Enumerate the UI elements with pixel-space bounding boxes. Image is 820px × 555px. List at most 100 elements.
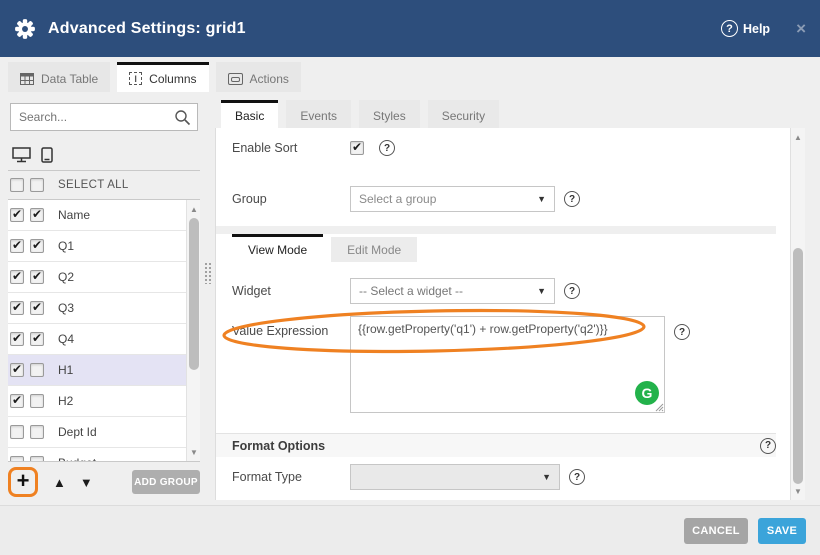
move-down-button[interactable]: ▼ (80, 475, 93, 490)
column-row[interactable]: Name (8, 200, 186, 231)
column-list-wrap: Name Q1 Q2 Q3 Q4 H1 H2 Dept Id Budget ▲ (8, 200, 200, 462)
tab-basic[interactable]: Basic (221, 100, 278, 128)
panel-scrollbar[interactable]: ▲ ▼ (790, 128, 805, 500)
device-toggle-row (8, 139, 200, 171)
close-icon[interactable]: × (796, 20, 806, 37)
tab-edit-mode[interactable]: Edit Mode (331, 237, 417, 262)
mobile-checkbox[interactable] (30, 456, 44, 462)
tab-styles[interactable]: Styles (359, 100, 420, 128)
cancel-button[interactable]: CANCEL (684, 518, 748, 544)
format-options-header: Format Options ? (216, 433, 776, 457)
help-button[interactable]: ? Help (721, 20, 770, 37)
desktop-checkbox[interactable] (10, 456, 24, 462)
enable-sort-help-icon[interactable]: ? (379, 140, 395, 156)
scroll-down-icon[interactable]: ▼ (187, 445, 200, 459)
detail-tab-bar: Basic Events Styles Security (221, 100, 499, 128)
format-type-row: Format Type ▼ ? (216, 464, 776, 490)
actions-icon (228, 73, 243, 85)
column-list: Name Q1 Q2 Q3 Q4 H1 H2 Dept Id Budget (8, 200, 186, 462)
desktop-checkbox[interactable] (10, 332, 24, 346)
select-all-desktop-checkbox[interactable] (10, 178, 24, 192)
panel-resize-handle[interactable] (204, 262, 212, 284)
column-row[interactable]: H1 (8, 355, 186, 386)
desktop-checkbox[interactable] (10, 239, 24, 253)
tab-label: Events (300, 109, 337, 123)
column-row[interactable]: Q1 (8, 231, 186, 262)
desktop-checkbox[interactable] (10, 270, 24, 284)
mobile-checkbox[interactable] (30, 208, 44, 222)
grammarly-icon[interactable]: G (635, 381, 659, 405)
move-up-button[interactable]: ▲ (53, 475, 66, 490)
data-table-icon (20, 73, 34, 85)
format-options-help-icon[interactable]: ? (760, 438, 776, 454)
column-detail-panel: Basic Events Styles Security Enable Sort… (215, 100, 805, 500)
widget-select[interactable]: -- Select a widget -- ▼ (350, 278, 555, 304)
mobile-checkbox[interactable] (30, 332, 44, 346)
column-row[interactable]: Q2 (8, 262, 186, 293)
mode-tab-bar: View Mode Edit Mode (232, 234, 417, 262)
desktop-checkbox[interactable] (10, 301, 24, 315)
enable-sort-checkbox[interactable] (350, 141, 364, 155)
tab-columns[interactable]: I Columns (117, 62, 208, 92)
enable-sort-label: Enable Sort (216, 141, 350, 155)
widget-help-icon[interactable]: ? (564, 283, 580, 299)
column-name: Q4 (58, 332, 74, 346)
list-scroll-thumb[interactable] (189, 218, 199, 370)
column-name: Q2 (58, 270, 74, 284)
format-type-select[interactable]: ▼ (350, 464, 560, 490)
dialog-header: Advanced Settings: grid1 ? Help × (0, 0, 820, 57)
advanced-settings-dialog: Advanced Settings: grid1 ? Help × Data T… (0, 0, 820, 555)
list-scrollbar[interactable]: ▲ ▼ (186, 200, 200, 461)
select-all-row[interactable]: SELECT ALL (8, 171, 200, 200)
mobile-icon[interactable] (41, 147, 53, 163)
tab-data-table[interactable]: Data Table (8, 62, 110, 92)
columns-toolbar: + ▲ ▼ ADD GROUP (8, 464, 200, 500)
tab-events[interactable]: Events (286, 100, 351, 128)
column-name: Q1 (58, 239, 74, 253)
tab-actions[interactable]: Actions (216, 62, 301, 92)
widget-row: Widget -- Select a widget -- ▼ ? (216, 278, 776, 304)
help-icon: ? (721, 20, 738, 37)
select-all-mobile-checkbox[interactable] (30, 178, 44, 192)
mobile-checkbox[interactable] (30, 363, 44, 377)
column-name: Dept Id (58, 425, 97, 439)
column-row[interactable]: Budget (8, 448, 186, 462)
mobile-checkbox[interactable] (30, 301, 44, 315)
save-button[interactable]: SAVE (758, 518, 806, 544)
add-group-button[interactable]: ADD GROUP (132, 470, 200, 494)
column-row[interactable]: Q4 (8, 324, 186, 355)
panel-scroll-thumb[interactable] (793, 248, 803, 484)
desktop-checkbox[interactable] (10, 394, 24, 408)
value-expression-wrap: {{row.getProperty('q1') + row.getPropert… (350, 316, 665, 413)
column-name: Name (58, 208, 90, 222)
group-help-icon[interactable]: ? (564, 191, 580, 207)
desktop-checkbox[interactable] (10, 208, 24, 222)
scroll-down-icon[interactable]: ▼ (791, 484, 805, 498)
search-input[interactable] (11, 104, 197, 130)
value-expression-label: Value Expression (216, 324, 350, 338)
value-expression-textarea[interactable]: {{row.getProperty('q1') + row.getPropert… (350, 316, 665, 413)
desktop-icon[interactable] (12, 147, 31, 163)
group-select[interactable]: Select a group ▼ (350, 186, 555, 212)
tab-view-mode[interactable]: View Mode (232, 234, 323, 262)
column-row[interactable]: Dept Id (8, 417, 186, 448)
main-tab-bar: Data Table I Columns Actions (8, 62, 301, 92)
enable-sort-row: Enable Sort ? (216, 140, 776, 156)
column-row[interactable]: H2 (8, 386, 186, 417)
mobile-checkbox[interactable] (30, 239, 44, 253)
mobile-checkbox[interactable] (30, 270, 44, 284)
mobile-checkbox[interactable] (30, 425, 44, 439)
search-icon[interactable] (174, 109, 191, 126)
desktop-checkbox[interactable] (10, 363, 24, 377)
annotation-box: + (8, 467, 38, 497)
column-row[interactable]: Q3 (8, 293, 186, 324)
mobile-checkbox[interactable] (30, 394, 44, 408)
tab-security[interactable]: Security (428, 100, 499, 128)
value-expression-help-icon[interactable]: ? (674, 324, 690, 340)
scroll-up-icon[interactable]: ▲ (791, 130, 805, 144)
resize-grip-icon[interactable] (655, 403, 664, 412)
desktop-checkbox[interactable] (10, 425, 24, 439)
format-type-help-icon[interactable]: ? (569, 469, 585, 485)
scroll-up-icon[interactable]: ▲ (187, 202, 200, 216)
add-column-button[interactable]: + (17, 470, 30, 495)
